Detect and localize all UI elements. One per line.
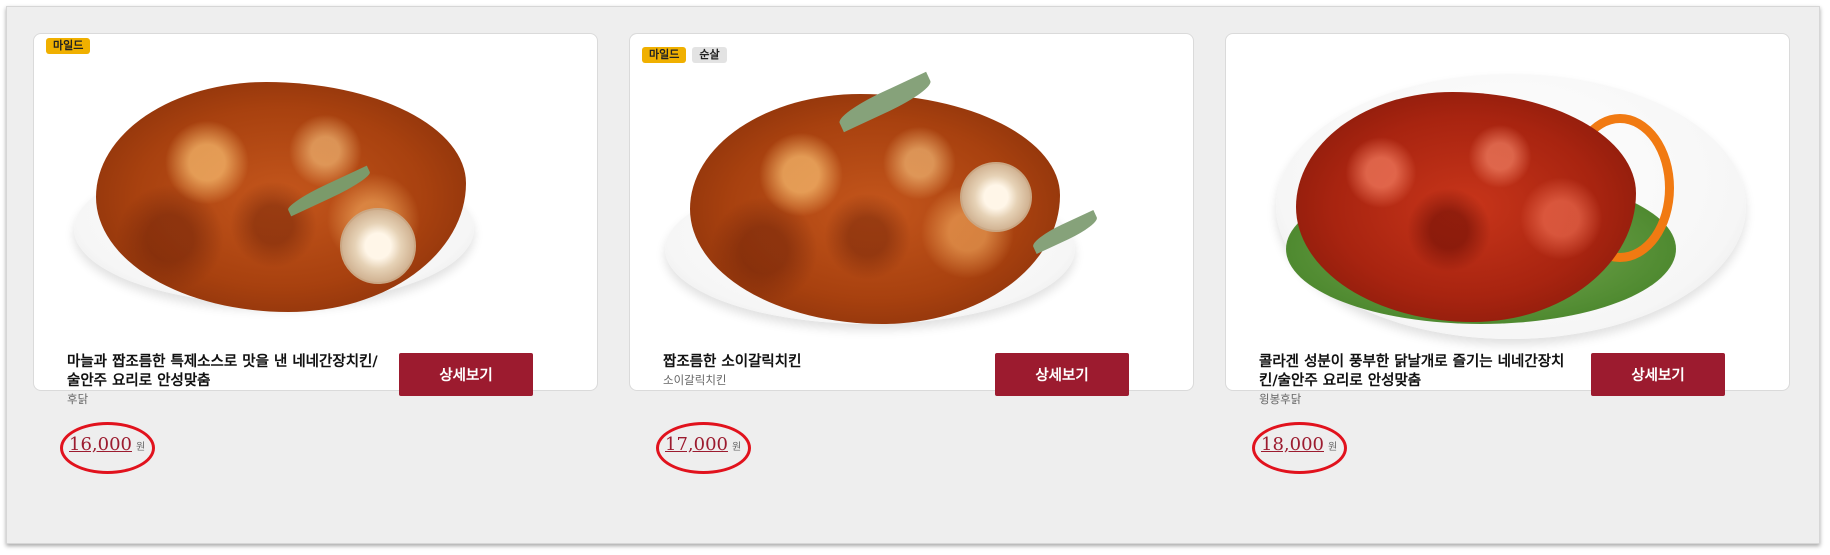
detail-button[interactable]: 상세보기 <box>399 353 533 396</box>
product-list: 마일드 마늘과 짭조름한 특제소스로 맛을 낸 네네간장치킨/술안주 요리로 안… <box>6 6 1820 544</box>
product-card[interactable]: 마일드 마늘과 짭조름한 특제소스로 맛을 낸 네네간장치킨/술안주 요리로 안… <box>33 33 629 555</box>
mild-badge: 마일드 <box>642 47 687 63</box>
price-value[interactable]: 17,000 <box>665 434 728 455</box>
detail-button[interactable]: 상세보기 <box>1591 353 1725 396</box>
product-subtitle: 후닭 <box>67 392 89 406</box>
product-subtitle: 윙봉후닭 <box>1259 392 1302 406</box>
garlic-image <box>340 208 416 284</box>
garlic-image <box>960 162 1032 232</box>
product-card[interactable]: 마일드 순살 짭조름한 소이갈릭치킨 소이갈릭치킨 상세보기 17,000 원 <box>629 33 1225 555</box>
price-block: 17,000 원 <box>656 422 751 474</box>
badge-group: 마일드 순살 <box>642 47 727 63</box>
currency-label: 원 <box>731 442 742 453</box>
mild-badge: 마일드 <box>46 38 91 54</box>
product-image[interactable]: 마일드 순살 <box>629 33 1194 391</box>
product-name[interactable]: 짭조름한 소이갈릭치킨 <box>663 353 981 372</box>
boneless-badge: 순살 <box>692 47 727 63</box>
price-value[interactable]: 16,000 <box>69 434 132 455</box>
currency-label: 원 <box>135 442 146 453</box>
badge-group: 마일드 <box>46 38 91 54</box>
price-value[interactable]: 18,000 <box>1261 434 1324 455</box>
currency-label: 원 <box>1327 442 1338 453</box>
detail-button[interactable]: 상세보기 <box>995 353 1129 396</box>
product-name[interactable]: 마늘과 짭조름한 특제소스로 맛을 낸 네네간장치킨/술안주 요리로 안성맞춤 <box>67 353 385 391</box>
product-card[interactable]: 콜라겐 성분이 풍부한 닭날개로 즐기는 네네간장치킨/술안주 요리로 안성맞춤… <box>1225 33 1821 555</box>
price-block: 16,000 원 <box>60 422 155 474</box>
product-image[interactable]: 마일드 <box>33 33 598 391</box>
product-name[interactable]: 콜라겐 성분이 풍부한 닭날개로 즐기는 네네간장치킨/술안주 요리로 안성맞춤 <box>1259 353 1577 391</box>
product-image[interactable] <box>1225 33 1790 391</box>
price-block: 18,000 원 <box>1252 422 1347 474</box>
product-subtitle: 소이갈릭치킨 <box>663 373 727 387</box>
